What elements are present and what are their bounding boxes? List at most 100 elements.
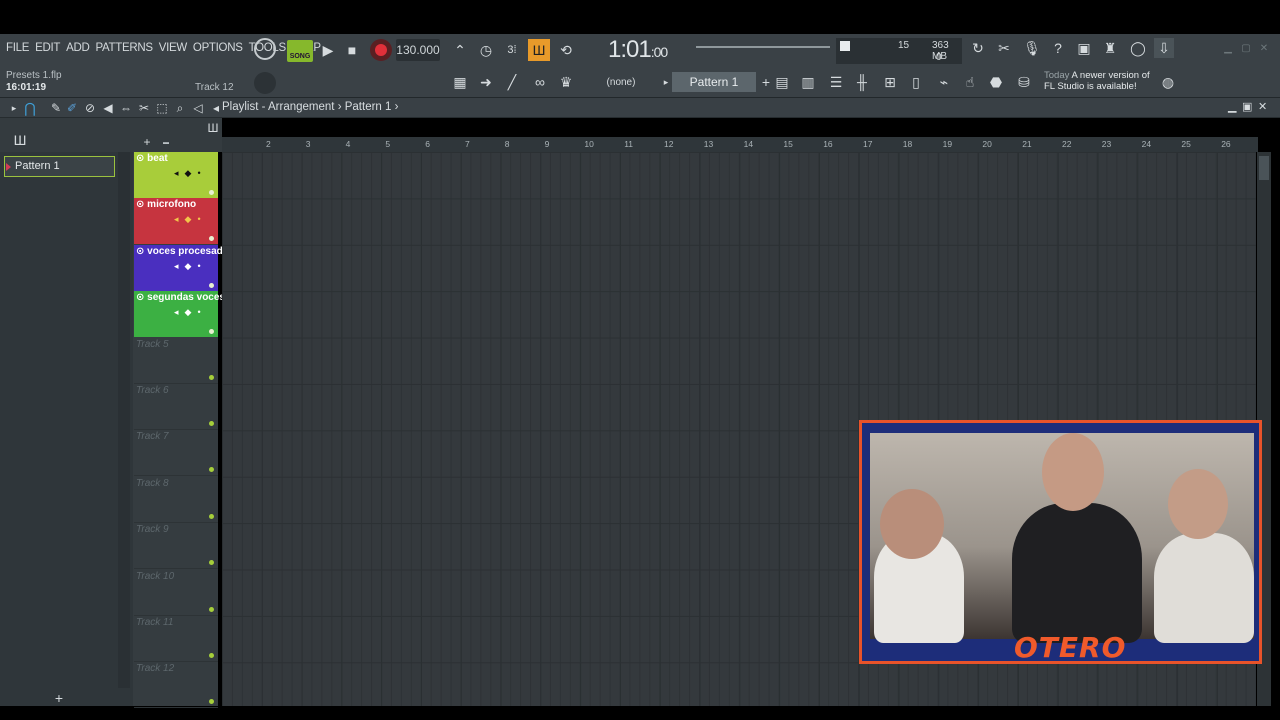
microphone-icon[interactable]: 🎙 [1022, 38, 1042, 58]
piano-roll-icon[interactable]: ▦ [448, 72, 472, 92]
cut-icon[interactable]: ✂ [994, 38, 1014, 58]
track-header-4[interactable]: ⊙ segundas voces ◂◆• [134, 291, 225, 338]
slice-tool-icon[interactable]: ✂ [134, 98, 154, 118]
playlist-title: Playlist - Arrangement › Pattern 1 › [222, 101, 399, 113]
track-header-11[interactable]: Track 11 [134, 616, 218, 662]
track-header-12[interactable]: Track 12 [134, 662, 218, 709]
ruler-label: 14 [743, 139, 754, 149]
brush-icon[interactable]: ╱ [502, 72, 522, 92]
menu-edit[interactable]: EDIT [35, 42, 60, 54]
main-toolbar: FILE EDIT ADD PATTERNS VIEW OPTIONS TOOL… [0, 34, 1280, 98]
slip-tool-icon[interactable]: ⇔ [116, 98, 136, 118]
master-pitch-knob[interactable] [254, 72, 276, 94]
mute-tool-icon[interactable]: ◀ [98, 98, 118, 118]
tempo-display[interactable]: 130.000 [396, 39, 440, 61]
track-status-dot [209, 374, 214, 380]
countdown-icon[interactable]: 3⁞ [502, 40, 522, 60]
panel-minimize-icon[interactable]: ▁ [1228, 100, 1236, 113]
picker-scrollbar[interactable] [118, 152, 130, 688]
plugin-icon[interactable]: ♜ [1100, 38, 1120, 58]
chat-icon[interactable]: ◯ [1128, 38, 1148, 58]
tag-icon[interactable]: ⬣ [986, 72, 1006, 92]
add-track-icon[interactable]: + [137, 132, 157, 152]
pattern-selector[interactable]: Pattern 1 [672, 72, 756, 92]
menu-file[interactable]: FILE [6, 42, 29, 54]
track-mute-controls[interactable]: ◂◆• [174, 214, 207, 225]
mixer-icon[interactable]: ╫ [852, 72, 872, 92]
track-status-dot [209, 421, 214, 426]
project-icon[interactable]: ▯ [906, 72, 926, 92]
menu-view[interactable]: VIEW [159, 42, 188, 54]
master-pitch-slider[interactable] [696, 46, 830, 48]
zoom-tool-icon[interactable]: ⌕ [170, 98, 190, 118]
playlist-icon[interactable]: ▤ [772, 72, 792, 92]
browser-icon[interactable]: ⊞ [880, 72, 900, 92]
ruler-label: 15 [783, 139, 793, 149]
minimize-icon[interactable]: ▁ [1218, 38, 1238, 58]
stop-button[interactable]: ■ [342, 40, 362, 60]
ruler-label: 17 [863, 139, 873, 149]
menu-options[interactable]: OPTIONS [193, 42, 243, 54]
ruler-label: 5 [385, 139, 391, 149]
maximize-icon[interactable]: ▢ [1236, 38, 1256, 58]
track-status-dot [209, 699, 214, 705]
menu-add[interactable]: ADD [66, 42, 90, 54]
cpu-meter [840, 41, 850, 51]
song-mode-toggle[interactable]: SONG [287, 40, 313, 62]
track-mute-controls[interactable]: ◂◆• [174, 261, 207, 272]
help-icon[interactable]: ? [1048, 38, 1068, 58]
track-header-8[interactable]: Track 8 [134, 477, 218, 523]
track-header-6[interactable]: Track 6 [134, 384, 218, 430]
track-header-1[interactable]: ⊙ beat ◂◆• [134, 152, 218, 198]
piano-keys-icon[interactable]: Ш [10, 130, 30, 150]
scrollbar-thumb[interactable] [1259, 156, 1269, 180]
track-header-9[interactable]: Track 9 [134, 523, 218, 570]
undo-history-icon[interactable]: ↻ [968, 38, 988, 58]
piano-icon[interactable]: ☰ [826, 72, 846, 92]
metronome-icon[interactable]: ⌃ [450, 40, 470, 60]
save-icon[interactable]: ▣ [1074, 38, 1094, 58]
news-panel[interactable]: Today A newer version of FL Studio is av… [1044, 70, 1150, 92]
menu-patterns[interactable]: PATTERNS [95, 42, 153, 54]
record-button[interactable] [370, 39, 392, 61]
shop-icon[interactable]: ⛁ [1014, 72, 1034, 92]
play-button[interactable]: ▶ [318, 40, 338, 60]
master-volume-knob[interactable] [254, 38, 276, 60]
track-header-10[interactable]: Track 10 [134, 570, 218, 616]
arrow-icon[interactable]: ➜ [476, 72, 496, 92]
track-headers: ⊙ beat ◂◆• ⊙ microfono ◂◆• ⊙ voces proce… [133, 152, 234, 709]
webcam-overlay: OTERO [859, 420, 1262, 664]
panel-close-icon[interactable]: ✕ [1258, 100, 1267, 113]
panel-maximize-icon[interactable]: ▣ [1242, 100, 1252, 113]
channel-rack-icon[interactable]: ▥ [798, 72, 818, 92]
select-tool-icon[interactable]: ⬚ [152, 98, 172, 118]
track-mute-controls[interactable]: ◂◆• [174, 307, 207, 318]
delete-tool-icon[interactable]: ⊘ [80, 98, 100, 118]
ruler-label: 10 [584, 139, 594, 149]
paint-tool-icon[interactable]: ✐ [62, 98, 82, 118]
track-header-3[interactable]: ⊙ voces procesadas ◂◆• [134, 244, 234, 291]
step-edit-icon[interactable]: Ш [528, 39, 550, 61]
piano-roll-small-icon[interactable]: Ш [203, 118, 223, 138]
track-status-dot [209, 467, 214, 473]
track-header-7[interactable]: Track 7 [134, 430, 218, 477]
magnet-icon[interactable]: ⋂ [20, 98, 40, 118]
close-icon[interactable]: ✕ [1254, 38, 1274, 58]
picker-item-pattern-1[interactable]: Pattern 1 [4, 156, 115, 177]
loop-record-icon[interactable]: ⟲ [556, 40, 576, 60]
globe-icon[interactable]: ◍ [1158, 72, 1178, 92]
channel-selector[interactable]: (none) [592, 72, 650, 92]
touch-icon[interactable]: ☝ [960, 72, 980, 92]
timeline-ruler[interactable]: 2 3 4 5 6 7 8 9 10 11 12 13 14 15 16 17 18 19 20 21 22 23 24 25… [222, 137, 1258, 152]
news-line1: A newer version of [1071, 70, 1150, 81]
track-mute-controls[interactable]: ◂◆• [174, 168, 207, 179]
plugin-manager-icon[interactable]: ⌁ [934, 72, 954, 92]
playback-tool-icon[interactable]: ◁ [188, 98, 208, 118]
stamp-icon[interactable]: ♛ [556, 72, 576, 92]
track-header-2[interactable]: ⊙ microfono ◂◆• [134, 198, 218, 245]
track-header-5[interactable]: Track 5 [134, 338, 218, 384]
add-item-icon[interactable]: + [49, 688, 69, 708]
download-icon[interactable]: ⇩ [1154, 38, 1174, 58]
link-icon[interactable]: ∞ [530, 72, 550, 92]
wait-input-icon[interactable]: ◷ [476, 40, 496, 60]
